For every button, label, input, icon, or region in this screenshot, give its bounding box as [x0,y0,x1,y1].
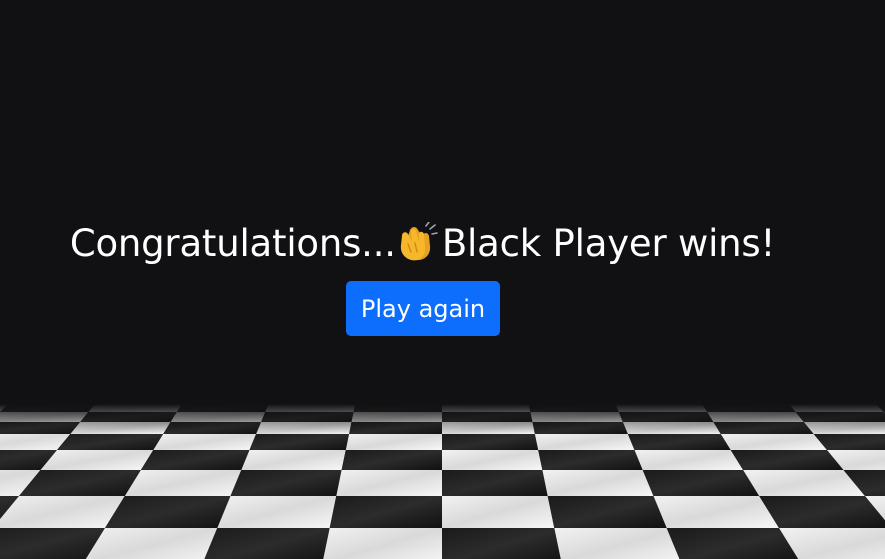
floor-tile [743,470,865,496]
play-again-button[interactable]: Play again [346,281,500,336]
floor-tile [345,434,442,450]
floor-tile [341,450,442,470]
game-over-screen: Congratulations... Black Player wins! Pl… [0,0,885,559]
floor-tile [140,450,250,470]
floor-tile [442,404,531,412]
floor-tile [204,528,330,559]
winner-message: Congratulations... Black Player wins! [0,222,845,265]
floor-tile [124,470,242,496]
floor-tile [730,450,844,470]
floor-tile [803,422,885,434]
floor-tile [351,412,442,422]
floor-tile [554,528,680,559]
floor-tile [789,404,884,412]
checkerboard-floor [0,404,885,559]
floor-tile [0,422,81,434]
floor-tile [261,412,354,422]
floor-tile [615,404,708,412]
floor-tile [530,412,623,422]
floor-tile [653,496,779,528]
floor-tile [265,404,356,412]
floor-tile [713,422,814,434]
floor-tile [720,434,827,450]
floor-tile [217,496,337,528]
floor-tile [618,412,714,422]
floor-tile [249,434,350,450]
floor-tile [241,450,346,470]
floor-tile [442,422,535,434]
floor-tile [323,528,442,559]
floor-tile [702,404,796,412]
floor-tile [547,496,667,528]
congratulations-text: Congratulations... [69,222,396,265]
floor-tile [105,496,231,528]
floor-tile [442,496,555,528]
floor-tile [627,434,731,450]
floor-tile [442,528,561,559]
floor-tile [442,434,539,450]
floor-tile [0,496,125,528]
floor-tile [80,412,177,422]
floor-tile [163,422,262,434]
floor-tile [759,496,885,528]
floor-tile [57,434,164,450]
floor-tile [230,470,342,496]
floor-tile [528,404,619,412]
floor-tile [442,412,533,422]
floor-tile [707,412,804,422]
floor-tile [634,450,744,470]
winner-text: Black Player wins! [441,222,776,265]
floor-tile [622,422,721,434]
floor-tile [532,422,628,434]
floor-tile [666,528,799,559]
floor-tile [19,470,141,496]
clapping-hands-icon [400,222,438,261]
floor-tile [542,470,654,496]
floor-tile [795,412,885,422]
floor-tile [70,422,171,434]
floor-tile [153,434,257,450]
floor-tile [329,496,442,528]
floor-tile [0,412,89,422]
floor-tile [40,450,154,470]
floor-tile [642,470,760,496]
floor-tile [0,404,95,412]
floor-tile [349,422,442,434]
floor-tile [442,450,543,470]
floor-tile [534,434,635,450]
floor-tile [88,404,182,412]
floor-tile [538,450,643,470]
floor-tile [170,412,266,422]
floor-tile [256,422,352,434]
floor-tile [176,404,269,412]
floor-tile [336,470,442,496]
floor-tile [353,404,442,412]
floor-tile [442,470,548,496]
floor-tile [85,528,218,559]
